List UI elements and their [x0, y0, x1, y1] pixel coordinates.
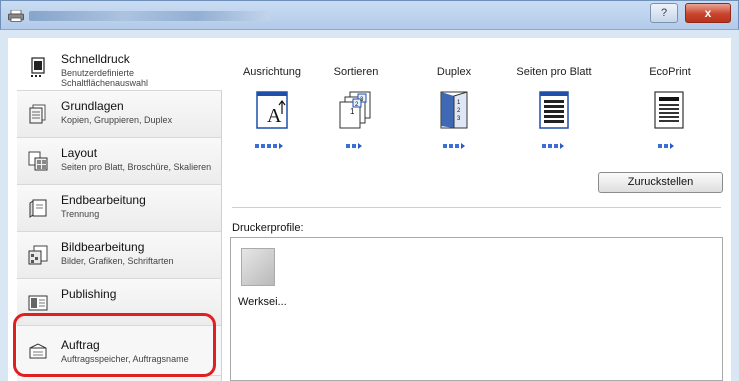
sidebar-item-sublabel: Seiten pro Blatt, Broschüre, Skalieren [61, 162, 212, 172]
sidebar-item-sublabel: Trennung [61, 209, 100, 219]
collate-options-indicator [346, 140, 362, 150]
profile-name[interactable]: Werksei... [238, 296, 287, 308]
svg-text:1: 1 [350, 107, 355, 116]
sidebar-item-grundlagen[interactable]: Grundlagen Kopien, Gruppieren, Duplex [17, 91, 222, 138]
sidebar-item-publishing[interactable]: Publishing [17, 279, 222, 326]
profile-thumbnail-icon[interactable] [241, 248, 275, 286]
svg-text:A: A [267, 105, 282, 127]
ecoprint-options-indicator [658, 140, 674, 150]
publishing-icon [28, 295, 48, 311]
sidebar-item-endbearbeitung[interactable]: Endbearbeitung Trennung [17, 185, 222, 232]
sidebar-item-label: Grundlagen [61, 99, 124, 113]
pages-per-sheet-options-indicator [542, 140, 564, 150]
sidebar-item-sublabel: Kopien, Gruppieren, Duplex [61, 115, 173, 125]
basics-icon [29, 104, 46, 124]
close-button[interactable]: x [685, 3, 731, 23]
duplex-icon[interactable]: 1 2 3 [437, 90, 471, 130]
job-icon [29, 343, 47, 359]
pages-per-sheet-icon[interactable] [537, 90, 571, 130]
sidebar-item-label: Bildbearbeitung [61, 240, 145, 254]
reset-button[interactable]: Zuruckstellen [598, 172, 723, 193]
printer-app-icon [8, 10, 24, 22]
window-title-redacted [29, 11, 269, 21]
imaging-icon [28, 245, 48, 265]
ecoprint-label: EcoPrint [649, 66, 691, 78]
printer-profiles-label: Druckerprofile: [232, 222, 304, 234]
sidebar-item-label: Publishing [61, 287, 117, 301]
finishing-icon [29, 199, 47, 218]
help-button[interactable]: ? [650, 3, 678, 23]
sidebar-item-label: Endbearbeitung [61, 193, 146, 207]
divider [232, 207, 721, 208]
duplex-options-indicator [443, 140, 465, 150]
sidebar-item-label: Auftrag [61, 338, 100, 352]
sidebar-item-schnelldruck[interactable]: Schnelldruck Benutzerdefinierte Schaltfl… [17, 44, 222, 91]
sidebar-item-label: Schnelldruck [61, 52, 130, 66]
quick-print-icon [31, 57, 45, 77]
layout-icon [28, 151, 48, 171]
sidebar-item-label: Layout [61, 146, 98, 160]
pages-per-sheet-label: Seiten pro Blatt [516, 66, 592, 78]
collate-icon[interactable]: 1 2 3 [338, 90, 372, 130]
orientation-options-indicator [255, 140, 283, 150]
ecoprint-icon[interactable] [652, 90, 686, 130]
sidebar-item-bildbearbeitung[interactable]: Bildbearbeitung Bilder, Grafiken, Schrif… [17, 232, 222, 279]
orientation-icon[interactable]: A [255, 90, 289, 130]
collate-label: Sortieren [333, 66, 379, 78]
printer-profiles-list[interactable]: Werksei... [230, 237, 723, 381]
sidebar-item-layout[interactable]: Layout Seiten pro Blatt, Broschüre, Skal… [17, 138, 222, 185]
quick-print-panel: Ausrichtung A Sortieren 1 2 3 Duplex 1 2… [222, 44, 731, 381]
duplex-label: Duplex [436, 66, 472, 78]
sidebar-item-auftrag[interactable]: Auftrag Auftragsspeicher, Auftragsname [17, 326, 222, 376]
sidebar-item-sublabel: Benutzerdefinierte Schaltflächenauswahl [61, 68, 149, 88]
sidebar-item-sublabel: Bilder, Grafiken, Schriftarten [61, 256, 174, 266]
sidebar-item-sublabel: Auftragsspeicher, Auftragsname [61, 354, 189, 364]
sidebar: Schnelldruck Benutzerdefinierte Schaltfl… [17, 44, 222, 381]
title-bar: ? x [0, 0, 739, 30]
